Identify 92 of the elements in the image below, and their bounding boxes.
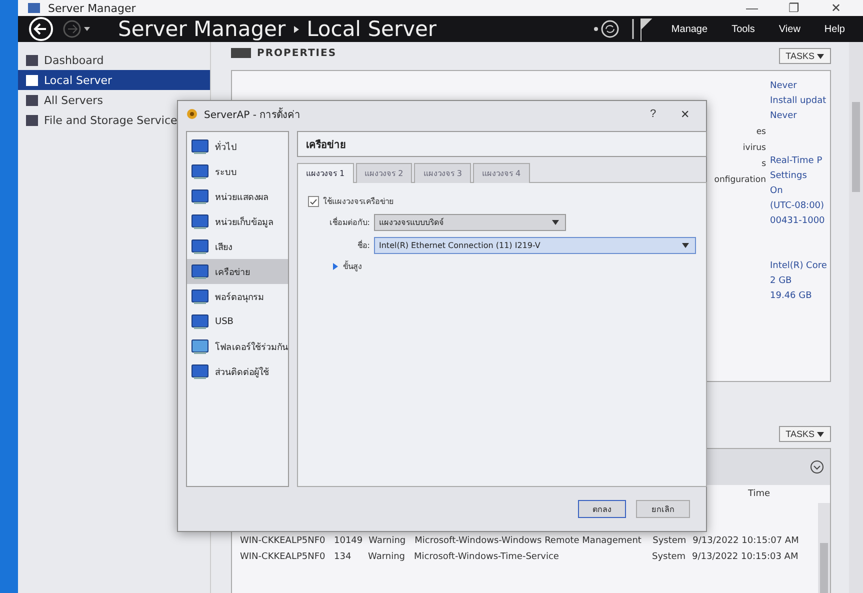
checkbox-label: ใช้แผงวงจรเครือข่าย xyxy=(323,196,394,208)
table-cell-text: Warning xyxy=(368,552,406,562)
category-item[interactable]: หน่วยเก็บข้อมูล xyxy=(187,209,288,234)
property-value[interactable]: Never xyxy=(770,111,830,126)
category-icon xyxy=(191,288,209,304)
property-value[interactable]: (UTC-08:00) xyxy=(770,201,830,216)
category-item[interactable]: เสียง xyxy=(187,234,288,259)
caret-icon xyxy=(682,243,689,248)
menu-item[interactable]: Help xyxy=(816,24,853,34)
table-cell-text: 9/13/2022 10:15:07 AM xyxy=(692,536,800,546)
table-cell-text: WIN-CKKEALP5NF0 xyxy=(240,536,326,546)
window-control[interactable]: — xyxy=(735,0,769,16)
table-cell: 10149 xyxy=(334,536,363,546)
category-icon xyxy=(191,164,209,180)
menu-item[interactable]: View xyxy=(770,24,808,34)
expander-icon xyxy=(332,263,339,270)
property-value[interactable]: On xyxy=(770,186,830,201)
category-item[interactable]: หน่วยแสดงผล xyxy=(187,184,288,209)
caret-icon xyxy=(552,220,559,225)
forward-icon[interactable] xyxy=(62,19,92,39)
property-label: es xyxy=(756,127,766,139)
category-icon xyxy=(191,238,209,254)
category-icon xyxy=(191,314,209,330)
property-label: onfiguration xyxy=(714,175,766,187)
caret-icon xyxy=(817,432,824,437)
properties-icon xyxy=(231,48,251,58)
checkbox[interactable] xyxy=(308,196,319,207)
caret-icon xyxy=(817,54,824,59)
advanced-toggle[interactable]: ขั้นสูง xyxy=(308,260,696,273)
field-label: ชื่อ: xyxy=(356,239,370,252)
checkmark-icon xyxy=(310,198,317,204)
property-value[interactable]: Install updat xyxy=(770,96,830,111)
tab[interactable]: แผงวงจร 2 xyxy=(356,163,412,183)
section-title: PROPERTIES xyxy=(257,48,337,58)
close-button[interactable]: ✕ xyxy=(672,106,698,122)
table-cell-text: Microsoft-Windows-Windows Remote Management xyxy=(414,536,642,546)
property-value[interactable]: 19.46 GB xyxy=(770,291,830,306)
column-header[interactable]: Time xyxy=(748,485,770,503)
window-control[interactable]: ✕ xyxy=(819,0,853,16)
tasks-button[interactable]: TASKS xyxy=(778,426,831,442)
expand-icon[interactable] xyxy=(810,460,824,474)
category-item[interactable]: ส่วนติดต่อผู้ใช้ xyxy=(187,359,288,384)
help-button[interactable]: ? xyxy=(640,107,666,121)
back-icon[interactable] xyxy=(28,16,54,42)
menu-item[interactable]: Manage xyxy=(663,24,716,34)
category-item[interactable]: โฟลเดอร์ใช้ร่วมกัน xyxy=(187,334,288,359)
category-item[interactable]: ระบบ xyxy=(187,159,288,184)
table-cell: System xyxy=(652,552,686,562)
breadcrumb: Local Server xyxy=(306,17,437,41)
category-item[interactable]: เครือข่าย xyxy=(187,259,288,284)
window-title: Server Manager xyxy=(48,2,137,14)
tasks-button[interactable]: TASKS xyxy=(778,48,831,64)
tab[interactable]: แผงวงจร 3 xyxy=(414,163,471,183)
section-heading: เครือข่าย xyxy=(297,131,707,157)
category-item[interactable]: พอร์ตอนุกรม xyxy=(187,284,288,309)
breadcrumb-separator-icon xyxy=(294,26,299,32)
property-label: s xyxy=(762,159,766,171)
property-value[interactable]: 2 GB xyxy=(770,276,830,291)
attached-dropdown[interactable]: แผงวงจรแบบบริดจ์ xyxy=(374,214,566,231)
dialog-button[interactable]: ยกเลิก xyxy=(636,500,690,518)
table-cell: System xyxy=(652,536,687,546)
table-cell-text: Microsoft-Windows-Time-Service xyxy=(414,552,560,562)
name-dropdown[interactable]: Intel(R) Ethernet Connection (11) I219-V xyxy=(374,237,696,254)
property-value[interactable]: Intel(R) Core xyxy=(770,261,830,276)
table-cell-text: 134 xyxy=(334,552,352,562)
property-value[interactable]: Real-Time P xyxy=(770,156,830,171)
category-item[interactable]: ทั่วไป xyxy=(187,134,288,159)
scrollbar[interactable] xyxy=(818,503,830,593)
tab[interactable]: แผงวงจร 4 xyxy=(472,163,530,183)
property-value[interactable]: Settings xyxy=(770,171,830,186)
window-control[interactable]: ❐ xyxy=(777,0,811,16)
scrollbar[interactable] xyxy=(849,42,863,593)
field-label: เชื่อมต่อกับ: xyxy=(328,216,370,229)
tab[interactable]: แผงวงจร 1 xyxy=(297,163,354,183)
category-icon xyxy=(191,264,209,280)
menu-item[interactable]: Tools xyxy=(724,24,763,34)
category-icon xyxy=(191,188,209,204)
category-item[interactable]: USB xyxy=(187,309,288,334)
category-icon xyxy=(191,138,209,154)
category-icon xyxy=(191,364,209,380)
table-cell-text: 9/13/2022 10:15:03 AM xyxy=(692,552,800,562)
property-value[interactable]: 00431-1000 xyxy=(770,216,830,231)
table-cell-text: WIN-CKKEALP5NF0 xyxy=(240,552,326,562)
dialog-button[interactable]: ตกลง xyxy=(578,500,626,518)
sidebar-item[interactable]: Dashboard xyxy=(18,50,210,70)
table-cell-text: Warning xyxy=(368,536,407,546)
category-icon xyxy=(191,338,209,354)
sidebar-item[interactable]: Local Server xyxy=(18,70,210,90)
property-value[interactable]: Never xyxy=(770,81,830,96)
category-icon xyxy=(191,214,209,230)
breadcrumb: Server Manager xyxy=(118,17,286,41)
property-label: ivirus xyxy=(742,143,766,155)
